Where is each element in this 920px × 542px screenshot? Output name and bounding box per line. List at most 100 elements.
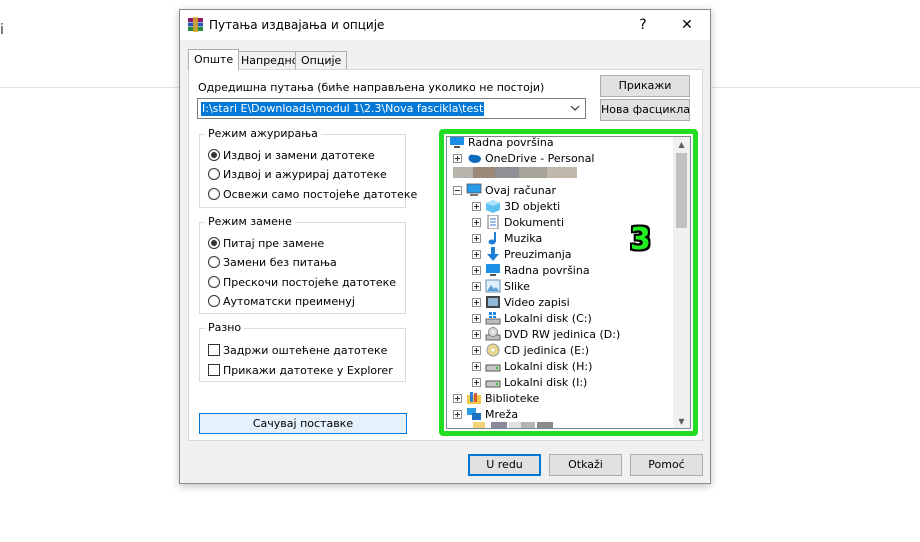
- tree-item-label: Lokalni disk (I:): [504, 376, 588, 389]
- expand-icon[interactable]: [472, 314, 481, 323]
- show-button[interactable]: Прикажи: [600, 75, 690, 97]
- network-icon: [467, 408, 481, 420]
- expand-icon[interactable]: [472, 202, 481, 211]
- tree-item[interactable]: Lokalni disk (I:): [472, 375, 587, 391]
- tree-item-label: OneDrive - Personal: [485, 152, 595, 165]
- destination-path-value: I:\stari E\Downloads\modul 1\2.3\Nova fa…: [201, 102, 485, 116]
- winrar-app-icon: [188, 17, 203, 32]
- option-label: Издвој и замени датотеке: [223, 149, 375, 162]
- overwrite-mode-title: Режим замене: [205, 215, 295, 228]
- download-icon: [487, 247, 499, 261]
- blurred-block: [473, 167, 495, 178]
- expand-icon[interactable]: [472, 298, 481, 307]
- expand-icon[interactable]: [472, 346, 481, 355]
- misc-option[interactable]: Задржи оштећене датотеке: [208, 344, 387, 358]
- expand-icon[interactable]: [472, 330, 481, 339]
- destination-path-combobox[interactable]: I:\stari E\Downloads\modul 1\2.3\Nova fa…: [197, 98, 586, 119]
- update-mode-option[interactable]: Издвој и замени датотеке: [208, 149, 375, 163]
- expand-icon[interactable]: [472, 378, 481, 387]
- tree-item[interactable]: Preuzimanja: [472, 247, 572, 263]
- option-label: Освежи само постојеће датотеке: [223, 188, 418, 201]
- tree-scrollbar[interactable]: ▲ ▼: [673, 137, 690, 428]
- drive-icon: [485, 364, 501, 372]
- tree-item[interactable]: Ovaj računar: [453, 183, 556, 199]
- tree-item[interactable]: Mreža: [453, 407, 518, 423]
- checkbox[interactable]: [208, 344, 220, 356]
- misc-group: Разно Задржи оштећене датотеке Прикажи д…: [199, 321, 406, 382]
- tree-item[interactable]: Lokalni disk (C:): [472, 311, 592, 327]
- tree-item-label: Dokumenti: [504, 216, 565, 229]
- window-title: Путања издвајања и опције: [209, 18, 385, 32]
- blurred-block: [509, 422, 521, 428]
- help-title-button[interactable]: ?: [625, 10, 661, 40]
- tab-general[interactable]: Опште: [188, 49, 240, 70]
- tree-item[interactable]: 3D objekti: [472, 199, 560, 215]
- overwrite-mode-option[interactable]: Аутоматски преименуј: [208, 295, 355, 309]
- tree-item[interactable]: Radna površina: [472, 263, 590, 279]
- tree-item[interactable]: Slike: [472, 279, 530, 295]
- expand-icon[interactable]: [453, 410, 462, 419]
- tree-item-label: Mreža: [485, 408, 519, 421]
- destination-path-label: Одредишна путања (биће направљена уколик…: [198, 81, 545, 94]
- update-mode-option[interactable]: Издвој и ажурирај датотеке: [208, 168, 387, 182]
- tree-item-label: CD jedinica (E:): [504, 344, 590, 357]
- music-icon: [488, 232, 496, 245]
- radio[interactable]: [208, 168, 220, 180]
- expand-icon[interactable]: [453, 394, 462, 403]
- tree-item[interactable]: Video zapisi: [472, 295, 570, 311]
- tree-item[interactable]: Radna površina: [449, 137, 554, 151]
- ok-button[interactable]: U redu: [468, 454, 541, 476]
- radio[interactable]: [208, 295, 220, 307]
- new-folder-button[interactable]: Нова фасцикла: [600, 99, 690, 121]
- tree-item[interactable]: DVD RW jedinica (D:): [472, 327, 620, 343]
- expand-icon[interactable]: [472, 234, 481, 243]
- cloud-icon: [468, 154, 481, 163]
- tree-item[interactable]: Lokalni disk (H:): [472, 359, 592, 375]
- overwrite-mode-option[interactable]: Прескочи постојеће датотеке: [208, 276, 396, 290]
- option-label: Прикажи датотеке у Explorer: [223, 364, 393, 377]
- tree-item[interactable]: Muzika: [472, 231, 542, 247]
- collapse-icon[interactable]: [453, 186, 462, 195]
- save-settings-button[interactable]: Сачувај поставке: [199, 413, 407, 434]
- radio[interactable]: [208, 188, 220, 200]
- scroll-down-icon[interactable]: ▼: [677, 417, 686, 426]
- radio-selected[interactable]: [208, 149, 220, 161]
- tree-item-label: 3D objekti: [504, 200, 561, 213]
- chevron-down-icon[interactable]: [570, 102, 580, 114]
- folder-tree[interactable]: Radna površina OneDrive - Personal Ovaj …: [446, 136, 691, 429]
- tree-item[interactable]: CD jedinica (E:): [472, 343, 589, 359]
- option-label: Издвој и ажурирај датотеке: [223, 168, 387, 181]
- windows-drive-icon: [485, 312, 501, 325]
- expand-icon[interactable]: [472, 218, 481, 227]
- tab-options[interactable]: Опције: [295, 51, 348, 69]
- tree-item-label: Radna površina: [504, 264, 590, 277]
- update-mode-option[interactable]: Освежи само постојеће датотеке: [208, 188, 417, 202]
- tree-item[interactable]: Biblioteke: [453, 391, 539, 407]
- misc-option[interactable]: Прикажи датотеке у Explorer: [208, 364, 393, 378]
- radio[interactable]: [208, 256, 220, 268]
- expand-icon[interactable]: [472, 362, 481, 371]
- library-icon: [467, 392, 481, 404]
- blurred-block: [521, 422, 535, 428]
- scroll-up-icon[interactable]: ▲: [677, 140, 686, 149]
- expand-icon[interactable]: [472, 266, 481, 275]
- tree-item-label: Video zapisi: [504, 296, 570, 309]
- expand-icon[interactable]: [472, 282, 481, 291]
- expand-icon[interactable]: [472, 250, 481, 259]
- help-button[interactable]: Pomoć: [630, 454, 703, 476]
- tree-item[interactable]: Dokumenti: [472, 215, 564, 231]
- scroll-thumb[interactable]: [676, 153, 687, 228]
- desktop-icon: [450, 137, 464, 148]
- option-label: Прескочи постојеће датотеке: [223, 276, 397, 289]
- overwrite-mode-option[interactable]: Замени без питања: [208, 256, 337, 270]
- close-button[interactable]: ✕: [669, 10, 705, 40]
- overwrite-mode-option[interactable]: Питај пре замене: [208, 237, 324, 251]
- radio-selected[interactable]: [208, 237, 220, 249]
- option-label: Аутоматски преименуј: [223, 295, 355, 308]
- checkbox[interactable]: [208, 364, 220, 376]
- radio[interactable]: [208, 276, 220, 288]
- expand-icon[interactable]: [453, 154, 462, 163]
- cancel-button[interactable]: Otkaži: [549, 454, 622, 476]
- background-text-fragment: i: [0, 22, 4, 38]
- tree-item[interactable]: OneDrive - Personal: [453, 151, 594, 167]
